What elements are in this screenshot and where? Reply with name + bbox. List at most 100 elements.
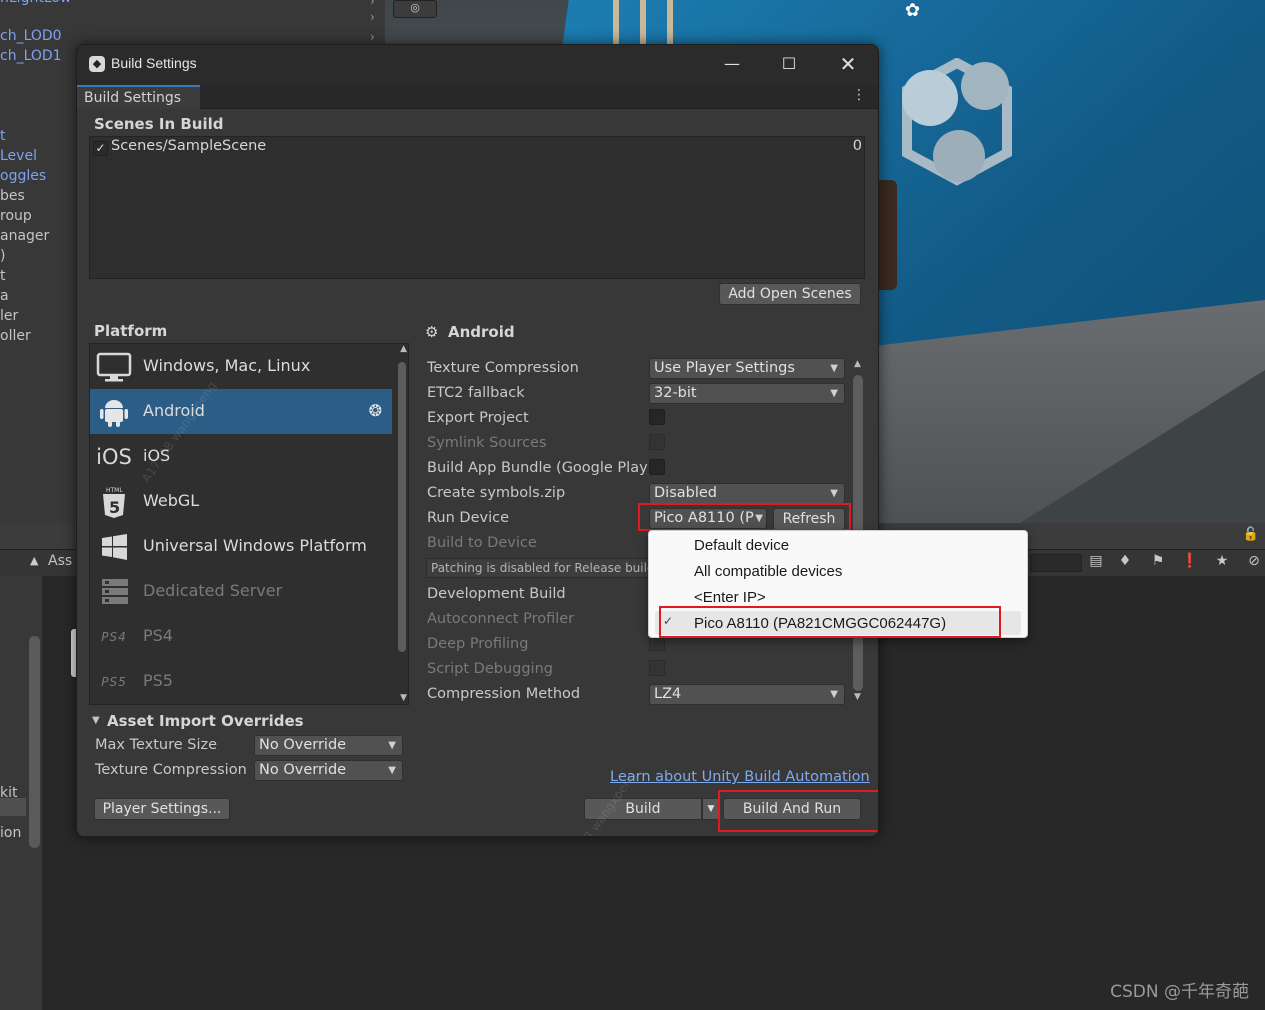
max-texture-dropdown[interactable]: No Override ▼ — [254, 735, 403, 756]
chevron-right-icon[interactable]: › — [370, 0, 375, 8]
camera-gizmo-icon[interactable]: ✿ — [905, 0, 935, 21]
ps4-icon: PS4 — [101, 630, 127, 644]
override-compression-label: Texture Compression — [95, 762, 247, 778]
texture-compression-dropdown[interactable]: Use Player Settings ▼ — [649, 358, 845, 379]
star-icon[interactable]: ★ — [1212, 553, 1232, 571]
hierarchy-item[interactable]: roup — [0, 208, 32, 224]
platform-item-dedicated-server[interactable]: Dedicated Server — [90, 569, 392, 614]
foldout-arrow-icon[interactable]: ▼ — [92, 715, 100, 726]
hierarchy-item[interactable]: oggles — [0, 168, 46, 184]
objects-icon[interactable]: ♦ — [1115, 553, 1135, 571]
svg-text:5: 5 — [109, 498, 120, 517]
add-open-scenes-button[interactable]: Add Open Scenes — [719, 283, 861, 305]
hierarchy-item[interactable]: ch_LOD1 — [0, 48, 62, 64]
highlight-box — [638, 503, 851, 531]
create-symbols-label: Create symbols.zip — [427, 485, 566, 501]
dropdown-arrow-icon: ▼ — [830, 689, 838, 700]
hierarchy-item[interactable]: t — [0, 268, 6, 284]
compression-method-label: Compression Method — [427, 686, 581, 702]
compression-method-dropdown[interactable]: LZ4 ▼ — [649, 684, 845, 705]
platform-item-ios[interactable]: iOS iOS — [90, 434, 392, 479]
popup-item[interactable]: Default device — [694, 537, 789, 554]
deep-profiling-label: Deep Profiling — [427, 636, 529, 652]
hierarchy-item[interactable]: Level — [0, 148, 37, 164]
hierarchy-item[interactable]: ) — [0, 248, 5, 264]
scroll-down-icon[interactable]: ▼ — [854, 692, 861, 702]
patching-note: Patching is disabled for Release build — [426, 558, 652, 578]
folder-label: ion — [0, 825, 22, 841]
filter-icon[interactable]: ▤ — [1086, 553, 1106, 571]
run-device-label: Run Device — [427, 510, 510, 526]
symlink-checkbox[interactable] — [649, 434, 665, 450]
more-options-icon[interactable]: ⋮ — [852, 87, 866, 103]
close-icon[interactable]: ✕ — [833, 51, 863, 77]
app-bundle-checkbox[interactable] — [649, 459, 665, 475]
hierarchy-item[interactable]: anager — [0, 228, 49, 244]
server-icon — [96, 576, 132, 608]
platform-item-webgl[interactable]: HTML 5 WebGL — [90, 479, 392, 524]
platform-item-uwp[interactable]: Universal Windows Platform — [90, 524, 392, 569]
platform-item-android[interactable]: Android ❂ — [90, 389, 392, 434]
override-compression-dropdown[interactable]: No Override ▼ — [254, 760, 403, 781]
platform-item-ps4[interactable]: PS4 PS4 — [90, 614, 392, 659]
learn-build-automation-link[interactable]: Learn about Unity Build Automation — [610, 769, 870, 785]
dropdown-value: 32-bit — [654, 385, 697, 401]
script-debugging-label: Script Debugging — [427, 661, 553, 677]
hierarchy-item[interactable]: bes — [0, 188, 25, 204]
unity-active-platform-icon: ❂ — [368, 401, 382, 420]
etc2-dropdown[interactable]: 32-bit ▼ — [649, 383, 845, 404]
platform-item-windows[interactable]: Windows, Mac, Linux — [90, 344, 392, 389]
minimize-icon[interactable]: — — [717, 51, 747, 77]
folder-label: kit — [0, 785, 18, 801]
warning-icon[interactable]: ❗ — [1180, 553, 1200, 571]
asset-overrides-header[interactable]: Asset Import Overrides — [107, 712, 304, 730]
title-bar[interactable]: ◆ Build Settings — ☐ ✕ — [77, 45, 878, 85]
scene-name[interactable]: Scenes/SampleScene — [111, 138, 266, 154]
unity-logo-icon — [902, 58, 1012, 186]
scene-index: 0 — [852, 138, 862, 154]
hierarchy-item[interactable]: oller — [0, 328, 31, 344]
scrollbar[interactable] — [29, 636, 40, 848]
platform-label: PS5 — [143, 671, 173, 690]
hierarchy-item[interactable]: t — [0, 128, 6, 144]
export-project-label: Export Project — [427, 410, 529, 426]
ios-icon: iOS — [96, 445, 132, 469]
script-debugging-checkbox[interactable] — [649, 660, 665, 676]
scene-checkbox[interactable]: ✓ — [93, 141, 108, 156]
dropdown-arrow-icon: ▼ — [830, 363, 838, 374]
search-input[interactable] — [1030, 554, 1082, 572]
window-title: Build Settings — [111, 55, 197, 71]
svg-text:HTML: HTML — [106, 487, 123, 494]
player-settings-button[interactable]: Player Settings... — [94, 798, 230, 820]
settings-header: Android — [448, 323, 515, 341]
create-symbols-dropdown[interactable]: Disabled ▼ — [649, 483, 845, 504]
scroll-up-icon[interactable]: ▲ — [400, 344, 407, 354]
popup-item[interactable]: All compatible devices — [694, 563, 842, 580]
platform-item-ps5[interactable]: PS5 PS5 — [90, 659, 392, 704]
scroll-down-icon[interactable]: ▼ — [400, 693, 407, 703]
panel-label: Ass — [48, 553, 73, 569]
lock-icon[interactable]: 🔓 — [1243, 527, 1259, 542]
app-bundle-label: Build App Bundle (Google Play) — [427, 460, 654, 476]
dropdown-arrow-icon: ▼ — [830, 488, 838, 499]
platform-label: WebGL — [143, 491, 200, 510]
hierarchy-item[interactable]: ler — [0, 308, 18, 324]
label-icon[interactable]: ⚑ — [1148, 553, 1168, 571]
hierarchy-item[interactable]: a — [0, 288, 9, 304]
hierarchy-item[interactable]: ch_LOD0 — [0, 28, 62, 44]
collapse-arrow-icon[interactable]: ▲ — [30, 554, 38, 567]
maximize-icon[interactable]: ☐ — [774, 51, 804, 77]
export-project-checkbox[interactable] — [649, 409, 665, 425]
gizmo-icon[interactable]: ◎ — [393, 0, 437, 18]
tab-build-settings[interactable]: Build Settings — [77, 85, 200, 109]
popup-item[interactable]: <Enter IP> — [694, 589, 766, 606]
csdn-watermark: CSDN @千年奇葩 — [1110, 982, 1249, 1002]
hierarchy-item[interactable]: hLightLow — [0, 0, 71, 6]
scroll-up-icon[interactable]: ▲ — [854, 359, 861, 369]
visibility-icon[interactable]: ⊘ — [1244, 553, 1264, 571]
chevron-right-icon[interactable]: › — [370, 30, 375, 44]
platform-scrollbar[interactable] — [398, 362, 406, 652]
chevron-right-icon[interactable]: › — [370, 10, 375, 24]
scenes-list[interactable]: ✓ Scenes/SampleScene 0 — [89, 136, 865, 279]
platform-header: Platform — [94, 322, 168, 340]
